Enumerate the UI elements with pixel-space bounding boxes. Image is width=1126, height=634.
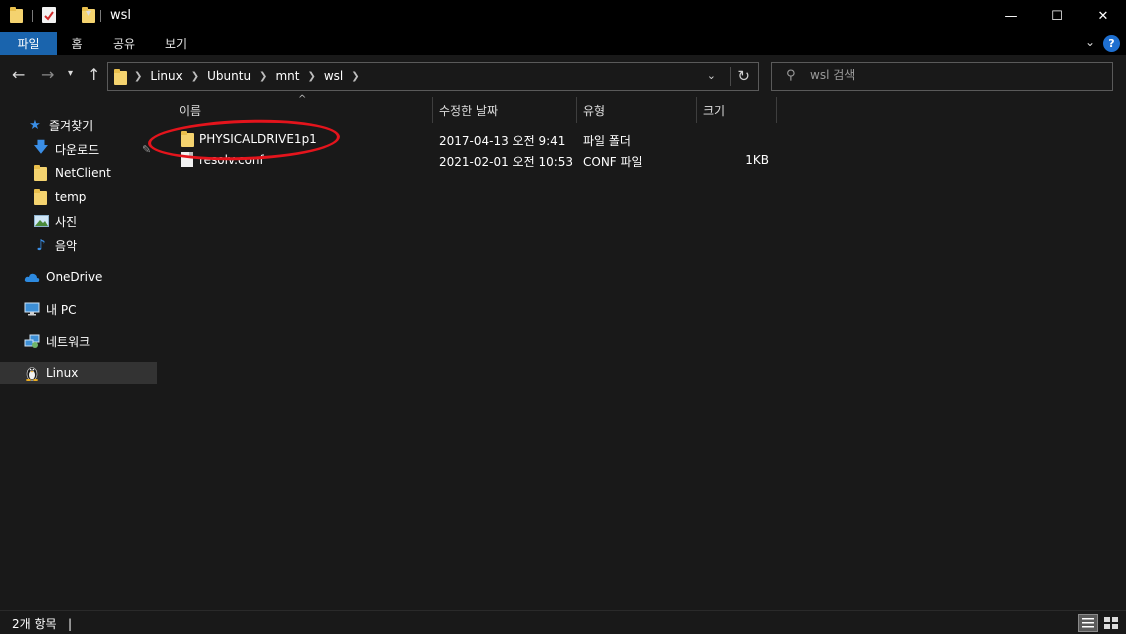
- chevron-right-icon[interactable]: ❯: [259, 71, 267, 82]
- back-button[interactable]: ←: [12, 65, 25, 84]
- file-modified: 2017-04-13 오전 9:41: [439, 134, 566, 148]
- chevron-down-icon[interactable]: ⌄: [707, 69, 716, 82]
- chevron-right-icon[interactable]: ❯: [191, 71, 199, 82]
- sidebar-item-network[interactable]: 네트워크: [0, 330, 157, 352]
- download-arrow-icon: 🡇: [33, 137, 49, 156]
- separator: [32, 10, 33, 22]
- breadcrumb-wsl[interactable]: wsl: [324, 69, 343, 83]
- network-icon: [24, 333, 40, 349]
- properties-icon[interactable]: [42, 7, 56, 23]
- up-button[interactable]: ↑: [87, 65, 100, 84]
- tab-share[interactable]: 공유: [105, 32, 143, 55]
- tab-file[interactable]: 파일: [0, 32, 57, 55]
- divider: [730, 67, 731, 86]
- cloud-icon: [24, 269, 40, 285]
- help-icon[interactable]: ?: [1103, 35, 1120, 52]
- sidebar-item-label: 사진: [55, 214, 78, 229]
- sidebar-item-label: 내 PC: [46, 302, 77, 317]
- navigation-pane: ★ 즐겨찾기 🡇 다운로드 ✎ NetClient temp 사진 ♪ 음악 O…: [0, 97, 158, 610]
- tab-home[interactable]: 홈: [63, 32, 91, 55]
- folder-icon: [10, 7, 24, 23]
- file-name: resolv.conf: [199, 153, 264, 167]
- sidebar-item-pictures[interactable]: 사진: [0, 210, 157, 232]
- window-title: wsl: [110, 8, 132, 23]
- search-box[interactable]: ⚲: [771, 62, 1113, 91]
- forward-button[interactable]: →: [41, 65, 54, 84]
- address-bar[interactable]: ❯ Linux ❯ Ubuntu ❯ mnt ❯ wsl ❯ ⌄ ↻: [107, 62, 759, 91]
- details-view-button[interactable]: [1078, 614, 1098, 632]
- column-header-name[interactable]: 이름: [172, 97, 432, 123]
- folder-icon: [34, 189, 48, 205]
- file-type: CONF 파일: [583, 155, 643, 169]
- file-list: ^ 이름 수정한 날짜 유형 크기 PHYSICALDRIVE1p1 2017-…: [160, 94, 1126, 610]
- music-note-icon: ♪: [36, 236, 46, 254]
- penguin-icon: [24, 365, 40, 381]
- chevron-right-icon[interactable]: ❯: [351, 71, 359, 82]
- search-icon: ⚲: [786, 68, 796, 83]
- title-bar: ▾ wsl — ☐ ✕: [0, 0, 1126, 32]
- column-header-size[interactable]: 크기: [696, 97, 776, 123]
- sidebar-item-music[interactable]: ♪ 음악: [0, 234, 157, 256]
- sidebar-item-quick-access[interactable]: ★ 즐겨찾기: [0, 114, 157, 136]
- computer-icon: [24, 301, 40, 317]
- sidebar-item-label: 즐겨찾기: [49, 118, 94, 133]
- large-icons-view-button[interactable]: [1101, 614, 1121, 632]
- sidebar-item-onedrive[interactable]: OneDrive: [0, 266, 157, 288]
- expand-ribbon-icon[interactable]: ⌄: [1085, 35, 1095, 49]
- sidebar-item-this-pc[interactable]: 내 PC: [0, 298, 157, 320]
- sidebar-item-label: 네트워크: [46, 334, 91, 349]
- star-icon: ★: [29, 117, 41, 133]
- table-row[interactable]: PHYSICALDRIVE1p1 2017-04-13 오전 9:41 파일 폴…: [160, 129, 780, 150]
- close-button[interactable]: ✕: [1080, 0, 1126, 32]
- maximize-button[interactable]: ☐: [1034, 0, 1080, 32]
- folder-icon: [181, 131, 195, 147]
- column-divider[interactable]: [776, 97, 777, 123]
- pin-icon[interactable]: ✎: [142, 143, 151, 156]
- ribbon-tabs: 파일 홈 공유 보기 ⌄ ?: [0, 32, 1126, 55]
- search-input[interactable]: [810, 68, 1090, 82]
- column-header-type[interactable]: 유형: [576, 97, 696, 123]
- breadcrumb-linux[interactable]: Linux: [150, 69, 182, 83]
- refresh-icon[interactable]: ↻: [737, 67, 750, 85]
- breadcrumb-ubuntu[interactable]: Ubuntu: [207, 69, 251, 83]
- sidebar-item-label: 음악: [55, 238, 78, 253]
- item-count: 2개 항목 |: [12, 617, 73, 631]
- recent-locations-button[interactable]: ▾: [68, 68, 73, 79]
- sidebar-item-downloads[interactable]: 🡇 다운로드 ✎: [0, 138, 157, 160]
- table-row[interactable]: resolv.conf 2021-02-01 오전 10:53 CONF 파일 …: [160, 150, 780, 171]
- customize-quick-access-icon[interactable]: ▾: [86, 8, 91, 26]
- file-modified: 2021-02-01 오전 10:53: [439, 155, 574, 169]
- sidebar-item-temp[interactable]: temp: [0, 186, 157, 208]
- file-size: 1KB: [745, 153, 769, 167]
- sidebar-item-label: Linux: [46, 366, 79, 380]
- file-icon: [181, 152, 193, 167]
- sidebar-item-label: OneDrive: [46, 270, 103, 284]
- chevron-right-icon[interactable]: ❯: [134, 71, 142, 82]
- tab-view[interactable]: 보기: [157, 32, 195, 55]
- chevron-right-icon[interactable]: ❯: [307, 71, 315, 82]
- sidebar-item-label: temp: [55, 190, 87, 204]
- folder-icon: [114, 69, 128, 85]
- sidebar-item-label: 다운로드: [55, 142, 100, 157]
- sidebar-item-netclient[interactable]: NetClient: [0, 162, 157, 184]
- status-bar: 2개 항목 |: [0, 610, 1126, 634]
- pictures-icon: [33, 213, 49, 229]
- navigation-bar: ← → ▾ ↑ ❯ Linux ❯ Ubuntu ❯ mnt ❯ wsl ❯ ⌄…: [0, 55, 1126, 97]
- minimize-button[interactable]: —: [988, 0, 1034, 32]
- file-name: PHYSICALDRIVE1p1: [199, 132, 317, 146]
- folder-icon: [34, 165, 48, 181]
- file-type: 파일 폴더: [583, 134, 631, 148]
- sidebar-item-linux[interactable]: Linux: [0, 362, 157, 384]
- column-header-modified[interactable]: 수정한 날짜: [432, 97, 576, 123]
- breadcrumb: ❯ Linux ❯ Ubuntu ❯ mnt ❯ wsl ❯: [134, 69, 368, 83]
- separator: [100, 10, 101, 22]
- sidebar-item-label: NetClient: [55, 166, 111, 180]
- breadcrumb-mnt[interactable]: mnt: [275, 69, 299, 83]
